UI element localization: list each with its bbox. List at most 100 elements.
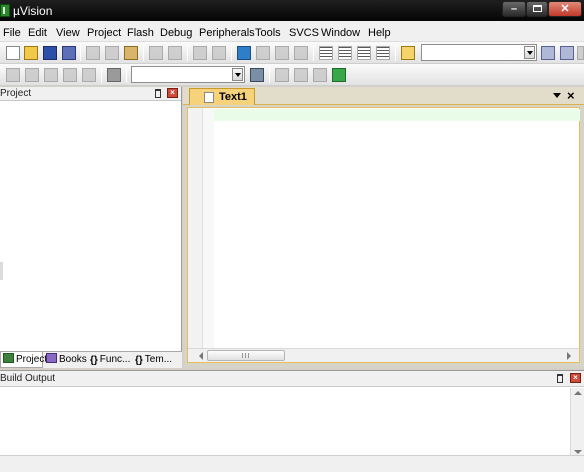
- build-icon[interactable]: [25, 68, 39, 82]
- paste-icon[interactable]: [124, 46, 138, 60]
- title-bar: µVision – ✕: [0, 0, 584, 21]
- translate-icon[interactable]: [6, 68, 20, 82]
- scroll-right-icon[interactable]: [567, 352, 571, 360]
- save-all-icon[interactable]: [62, 46, 76, 60]
- configuration-icon[interactable]: [577, 46, 584, 60]
- cut-icon[interactable]: [86, 46, 100, 60]
- select-packs-icon[interactable]: [332, 68, 346, 82]
- new-file-icon[interactable]: [6, 46, 20, 60]
- menu-help[interactable]: Help: [368, 27, 391, 39]
- project-pane: Project × Project Books {} Func... {} Tem.…: [0, 87, 182, 368]
- window-title: µVision: [13, 4, 53, 18]
- tab-text1-label: Text1: [219, 91, 247, 103]
- file-toolbar: [0, 42, 584, 64]
- toolbar-separator: [143, 45, 144, 61]
- navigate-back-icon[interactable]: [193, 46, 207, 60]
- minimize-button[interactable]: –: [502, 1, 526, 17]
- find-combo[interactable]: [421, 44, 537, 61]
- horizontal-scrollbar[interactable]: [188, 348, 579, 362]
- redo-icon[interactable]: [168, 46, 182, 60]
- close-tab-button[interactable]: ×: [567, 88, 575, 103]
- menu-peripherals[interactable]: Peripherals: [199, 27, 255, 39]
- close-pane-button[interactable]: ×: [570, 373, 581, 383]
- target-select[interactable]: [131, 66, 245, 83]
- current-line-highlight: [214, 109, 580, 121]
- project-pane-header: Project ×: [0, 87, 181, 101]
- menu-file[interactable]: File: [3, 27, 21, 39]
- project-icon: [3, 353, 14, 363]
- editor-tab-strip: Text1 ×: [183, 87, 584, 105]
- unindent-icon[interactable]: [338, 46, 352, 60]
- clear-bookmarks-icon[interactable]: [294, 46, 308, 60]
- menu-svcs[interactable]: SVCS: [289, 27, 319, 39]
- menu-view[interactable]: View: [56, 27, 80, 39]
- maximize-icon: [532, 5, 542, 12]
- tab-text1[interactable]: Text1: [189, 88, 255, 105]
- find-icon[interactable]: [541, 46, 555, 60]
- download-icon[interactable]: [107, 68, 121, 82]
- stop-build-icon[interactable]: [82, 68, 96, 82]
- debug-session-icon[interactable]: [560, 46, 574, 60]
- navigate-forward-icon[interactable]: [212, 46, 226, 60]
- tab-books[interactable]: Books: [44, 352, 88, 368]
- pin-icon[interactable]: [557, 374, 563, 383]
- scroll-up-icon[interactable]: [574, 391, 582, 395]
- next-bookmark-icon[interactable]: [275, 46, 289, 60]
- copy-icon[interactable]: [105, 46, 119, 60]
- batch-build-icon[interactable]: [63, 68, 77, 82]
- indent-icon[interactable]: [319, 46, 333, 60]
- maximize-button[interactable]: [526, 1, 548, 17]
- code-editor[interactable]: [187, 107, 580, 363]
- menu-window[interactable]: Window: [321, 27, 360, 39]
- rebuild-icon[interactable]: [44, 68, 58, 82]
- tab-project[interactable]: Project: [0, 352, 47, 368]
- menu-project[interactable]: Project: [87, 27, 121, 39]
- manage-components-icon[interactable]: [275, 68, 289, 82]
- status-bar: [0, 455, 584, 472]
- chevron-down-icon[interactable]: [232, 68, 243, 81]
- pack-installer-icon[interactable]: [313, 68, 327, 82]
- menu-flash[interactable]: Flash: [127, 27, 154, 39]
- vertical-scrollbar[interactable]: [570, 388, 584, 463]
- comment-icon[interactable]: [357, 46, 371, 60]
- scroll-thumb[interactable]: [207, 350, 285, 361]
- close-window-button[interactable]: ✕: [548, 1, 582, 17]
- file-extensions-icon[interactable]: [294, 68, 308, 82]
- toolbar-separator: [101, 67, 102, 83]
- find-in-files-icon[interactable]: [401, 46, 415, 60]
- functions-icon: {}: [90, 355, 98, 366]
- build-toolbar: [0, 64, 584, 86]
- open-file-icon[interactable]: [24, 46, 38, 60]
- uncomment-icon[interactable]: [376, 46, 390, 60]
- target-options-icon[interactable]: [250, 68, 264, 82]
- tab-templates-label: Tem...: [144, 354, 173, 365]
- close-pane-button[interactable]: ×: [167, 88, 178, 98]
- uvision-app-icon[interactable]: [0, 4, 10, 17]
- tab-functions[interactable]: {} Func...: [88, 352, 133, 368]
- chevron-down-icon[interactable]: [524, 46, 535, 59]
- uvision-window: µVision – ✕ File Edit View Project Flash…: [0, 0, 584, 472]
- build-output-header: Build Output ×: [0, 371, 584, 387]
- toolbar-separator: [313, 45, 314, 61]
- menu-debug[interactable]: Debug: [160, 27, 192, 39]
- previous-bookmark-icon[interactable]: [256, 46, 270, 60]
- pin-icon[interactable]: [155, 89, 161, 98]
- toolbar-separator: [231, 45, 232, 61]
- scroll-left-icon[interactable]: [199, 352, 203, 360]
- insert-bookmark-icon[interactable]: [237, 46, 251, 60]
- toolbar-separator: [126, 67, 127, 83]
- build-output-title: Build Output: [0, 373, 56, 384]
- project-pane-tabs: Project Books {} Func... {} Tem...: [0, 351, 182, 368]
- menu-tools[interactable]: Tools: [255, 27, 281, 39]
- tab-templates[interactable]: {} Tem...: [133, 352, 182, 368]
- pane-resize-handle[interactable]: [0, 262, 3, 280]
- save-icon[interactable]: [43, 46, 57, 60]
- line-gutter[interactable]: [188, 108, 203, 349]
- undo-icon[interactable]: [149, 46, 163, 60]
- fold-margin[interactable]: [203, 108, 214, 349]
- chevron-down-icon[interactable]: [553, 93, 561, 98]
- editor-area: Text1 ×: [183, 87, 584, 368]
- scroll-down-icon[interactable]: [574, 450, 582, 454]
- templates-icon: {}: [135, 355, 143, 366]
- menu-edit[interactable]: Edit: [28, 27, 47, 39]
